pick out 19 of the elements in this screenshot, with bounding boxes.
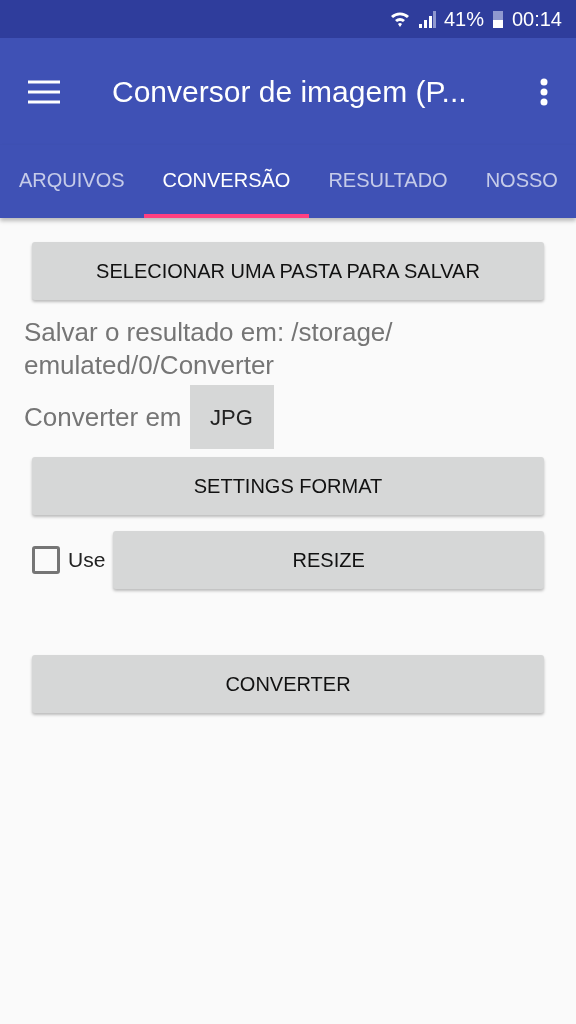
tab[interactable]: NOSSO bbox=[466, 145, 576, 218]
app-title: Conversor de imagem (P... bbox=[112, 74, 467, 110]
format-dropdown[interactable]: JPG bbox=[189, 385, 274, 449]
tab[interactable]: CONVERSÃO bbox=[143, 145, 310, 218]
select-folder-button[interactable]: SELECIONAR UMA PASTA PARA SALVAR bbox=[32, 242, 544, 300]
battery-percent: 41% bbox=[443, 7, 484, 32]
use-checkbox[interactable] bbox=[32, 546, 60, 574]
settings-format-button[interactable]: SETTINGS FORMAT bbox=[32, 457, 544, 515]
clock: 00:14 bbox=[511, 7, 562, 32]
use-label: Use bbox=[68, 547, 106, 574]
tab[interactable]: RESULTADO bbox=[309, 145, 467, 218]
convert-to-label: Converter em bbox=[24, 400, 182, 434]
resize-button[interactable]: RESIZE bbox=[113, 531, 544, 589]
tab[interactable]: ARQUIVOS bbox=[0, 145, 144, 218]
battery-icon bbox=[491, 9, 504, 29]
signal-icon bbox=[417, 9, 436, 29]
convert-button[interactable]: CONVERTER bbox=[32, 655, 544, 713]
save-path-text: Salvar o resultado em: /storage/ emulated/0/Converter bbox=[24, 316, 394, 381]
wifi-icon bbox=[389, 9, 410, 29]
